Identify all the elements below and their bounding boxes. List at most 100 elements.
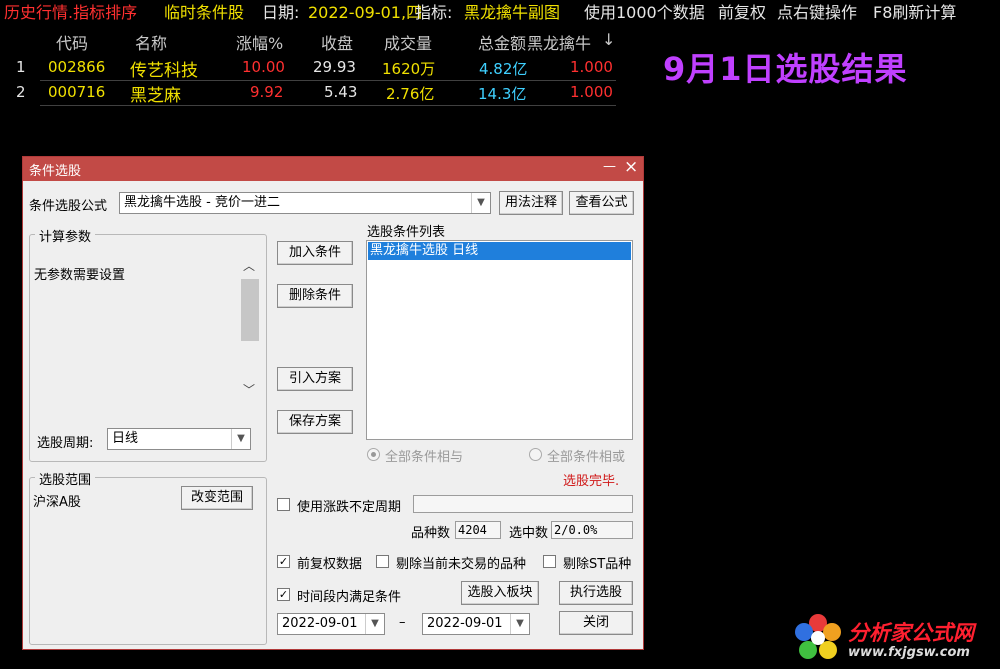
- indicator-label: 指标:: [415, 3, 453, 22]
- close-price: 29.93: [313, 58, 356, 76]
- add-condition-button[interactable]: 加入条件: [277, 241, 353, 265]
- volatile-period-checkbox[interactable]: [277, 498, 290, 511]
- condition-list[interactable]: 黑龙擒牛选股 日线: [366, 240, 633, 440]
- import-plan-button[interactable]: 引入方案: [277, 367, 353, 391]
- volume: 2.76亿: [386, 85, 435, 103]
- status-text: 选股完毕.: [563, 474, 620, 489]
- exclude-untraded-label: 剔除当前未交易的品种: [396, 557, 527, 572]
- radio-or[interactable]: [529, 448, 542, 461]
- stock-name[interactable]: 黑芝麻: [130, 81, 181, 106]
- change-pct: 9.92: [250, 83, 284, 101]
- time-condition-label: 时间段内满足条件: [297, 590, 402, 605]
- formula-label: 条件选股公式: [29, 199, 108, 214]
- close-dialog-button[interactable]: 关闭: [559, 611, 633, 635]
- exclude-st-label: 剔除ST品种: [563, 557, 632, 572]
- stock-code[interactable]: 000716: [48, 83, 105, 101]
- range-value: 沪深A股: [33, 495, 81, 510]
- date-range-dash: –: [399, 615, 406, 630]
- chevron-down-icon: ▼: [365, 614, 384, 634]
- exclude-st-checkbox[interactable]: [543, 555, 556, 568]
- date-to-select[interactable]: 2022-09-01 ▼: [422, 613, 530, 635]
- flower-logo-icon: [795, 614, 841, 659]
- watermark-url: www.fxjgsw.com: [848, 645, 970, 660]
- chevron-down-icon: ▼: [471, 193, 490, 213]
- date-label: 日期:: [262, 3, 300, 22]
- header-code[interactable]: 代码: [56, 30, 88, 54]
- adjusted-data-checkbox[interactable]: ✓: [277, 555, 290, 568]
- range-legend: 选股范围: [35, 469, 96, 488]
- date-from-select[interactable]: 2022-09-01 ▼: [277, 613, 385, 635]
- header-volume[interactable]: 成交量: [384, 30, 432, 54]
- scroll-thumb[interactable]: [241, 279, 259, 341]
- rights-mode[interactable]: 前复权: [718, 0, 766, 26]
- row-index: 2: [16, 83, 26, 101]
- view-formula-button[interactable]: 查看公式: [569, 191, 634, 215]
- count-value: 4204: [455, 521, 501, 539]
- formula-select[interactable]: 黑龙擒牛选股 - 竞价一进二 ▼: [119, 192, 491, 214]
- volatile-period-label: 使用涨跌不定周期: [297, 500, 402, 515]
- params-scrollbar[interactable]: ︿ ﹀: [241, 257, 259, 397]
- condition-select-dialog: 条件选股 — × 条件选股公式 黑龙擒牛选股 - 竞价一进二 ▼ 用法注释 查看…: [22, 156, 644, 650]
- change-range-button[interactable]: 改变范围: [181, 486, 253, 510]
- scroll-down-icon[interactable]: ﹀: [243, 381, 255, 398]
- scroll-up-icon[interactable]: ︿: [243, 257, 255, 274]
- minimize-icon[interactable]: —: [603, 159, 616, 174]
- radio-or-label: 全部条件相或: [547, 450, 626, 465]
- result-banner: 9月1日选股结果: [663, 50, 908, 88]
- radio-and[interactable]: [367, 448, 380, 461]
- time-condition-checkbox[interactable]: ✓: [277, 588, 290, 601]
- dialog-titlebar[interactable]: 条件选股 — ×: [23, 157, 643, 181]
- header-amount[interactable]: 总金额: [478, 30, 526, 54]
- adjusted-data-label: 前复权数据: [297, 557, 363, 572]
- count-label: 品种数: [411, 526, 451, 541]
- params-text: 无参数需要设置: [34, 268, 126, 283]
- execute-select-button[interactable]: 执行选股: [559, 581, 633, 605]
- date-to-value: 2022-09-01: [427, 616, 503, 631]
- list-item[interactable]: 黑龙擒牛选股 日线: [368, 242, 631, 260]
- period-select[interactable]: 日线 ▼: [107, 428, 251, 450]
- close-price: 5.43: [324, 83, 358, 101]
- volatile-period-field[interactable]: [413, 495, 633, 513]
- stock-code[interactable]: 002866: [48, 58, 105, 76]
- row-divider: [40, 105, 616, 106]
- exclude-untraded-checkbox[interactable]: [376, 555, 389, 568]
- period-label: 选股周期:: [37, 436, 94, 451]
- indicator-value: 1.000: [570, 83, 613, 101]
- view-title[interactable]: 历史行情.指标排序: [4, 0, 137, 26]
- amount: 14.3亿: [478, 85, 527, 103]
- dialog-title: 条件选股: [29, 164, 82, 179]
- date-value: 2022-09-01,四: [308, 3, 423, 22]
- mode-label: 临时条件股: [164, 3, 245, 22]
- indicator-value: 1.000: [570, 58, 613, 76]
- delete-condition-button[interactable]: 删除条件: [277, 284, 353, 308]
- params-legend: 计算参数: [35, 226, 96, 245]
- condition-list-label: 选股条件列表: [367, 225, 446, 240]
- radio-dot: [371, 452, 376, 457]
- watermark-text: 分析家公式网: [848, 621, 974, 645]
- usage-notes-button[interactable]: 用法注释: [499, 191, 563, 215]
- selected-value: 2/0.0%: [551, 521, 633, 539]
- chevron-down-icon: ▼: [510, 614, 529, 634]
- row-index: 1: [16, 58, 26, 76]
- header-change[interactable]: 涨幅%: [236, 30, 283, 54]
- top-status-bar: 历史行情.指标排序 临时条件股 日期: 2022-09-01,四 指标: 黑龙擒…: [0, 0, 1000, 28]
- header-close[interactable]: 收盘: [321, 30, 353, 54]
- add-to-block-button[interactable]: 选股入板块: [461, 581, 539, 605]
- refresh-hint: F8刷新计算: [873, 3, 957, 22]
- amount: 4.82亿: [479, 60, 528, 78]
- period-value: 日线: [112, 431, 139, 446]
- save-plan-button[interactable]: 保存方案: [277, 410, 353, 434]
- header-name[interactable]: 名称: [135, 30, 167, 54]
- chevron-down-icon: ▼: [231, 429, 250, 449]
- header-indicator[interactable]: 黑龙擒牛: [527, 30, 591, 54]
- indicator-value[interactable]: 黑龙擒牛副图: [464, 0, 560, 26]
- right-click-hint: 点右键操作: [777, 3, 858, 22]
- close-icon[interactable]: ×: [624, 157, 638, 177]
- selected-label: 选中数: [509, 526, 549, 541]
- sort-desc-icon: ↓: [602, 30, 616, 49]
- row-divider: [40, 80, 616, 81]
- change-pct: 10.00: [242, 58, 285, 76]
- formula-value: 黑龙擒牛选股 - 竞价一进二: [124, 195, 280, 210]
- data-count-info: 使用1000个数据: [584, 3, 705, 22]
- stock-name[interactable]: 传艺科技: [130, 56, 198, 81]
